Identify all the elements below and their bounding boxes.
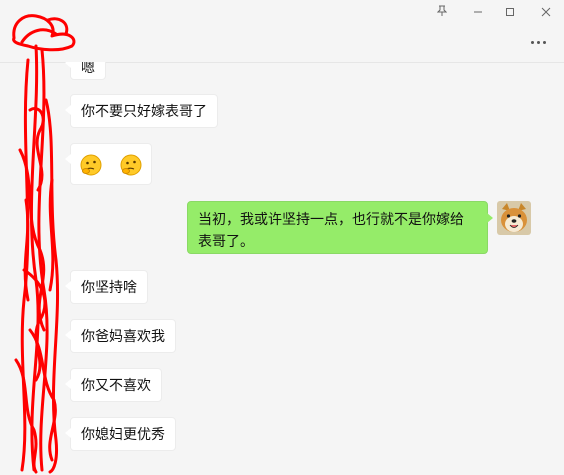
message-text: 你媳妇更优秀 bbox=[81, 426, 165, 442]
close-icon[interactable] bbox=[534, 4, 558, 22]
message-bubble[interactable]: 你不要只好嫁表哥了 bbox=[65, 94, 218, 128]
message-bubble[interactable]: 嗯 bbox=[65, 62, 106, 80]
maximize-icon[interactable] bbox=[498, 4, 522, 22]
chat-message-area[interactable]: 嗯 你不要只好嫁表哥了 当初，我或许坚持一点，也行就不是你嫁给表哥了。 你坚持啥… bbox=[0, 62, 564, 475]
message-text: 当初，我或许坚持一点，也行就不是你嫁给表哥了。 bbox=[198, 211, 464, 249]
message-bubble[interactable]: 你坚持啥 bbox=[65, 270, 148, 304]
thinking-face-icon bbox=[120, 154, 142, 176]
sent-message-bubble[interactable]: 当初，我或许坚持一点，也行就不是你嫁给表哥了。 bbox=[187, 201, 493, 254]
minimize-icon[interactable] bbox=[466, 4, 490, 22]
more-dots-icon[interactable] bbox=[526, 34, 550, 50]
shiba-dog-avatar[interactable] bbox=[497, 201, 531, 235]
message-text: 你不要只好嫁表哥了 bbox=[81, 103, 207, 119]
message-bubble[interactable]: 你又不喜欢 bbox=[65, 368, 162, 402]
message-text: 嗯 bbox=[81, 62, 95, 75]
message-text: 你坚持啥 bbox=[81, 279, 137, 295]
pin-icon[interactable] bbox=[430, 4, 454, 22]
message-bubble[interactable]: 你媳妇更优秀 bbox=[65, 417, 176, 451]
emoji-message-bubble[interactable] bbox=[65, 143, 152, 185]
message-text: 你爸妈喜欢我 bbox=[81, 328, 165, 344]
title-bar bbox=[0, 0, 564, 63]
message-bubble[interactable]: 你爸妈喜欢我 bbox=[65, 319, 176, 353]
message-text: 你又不喜欢 bbox=[81, 377, 151, 393]
thinking-face-icon bbox=[80, 154, 102, 176]
